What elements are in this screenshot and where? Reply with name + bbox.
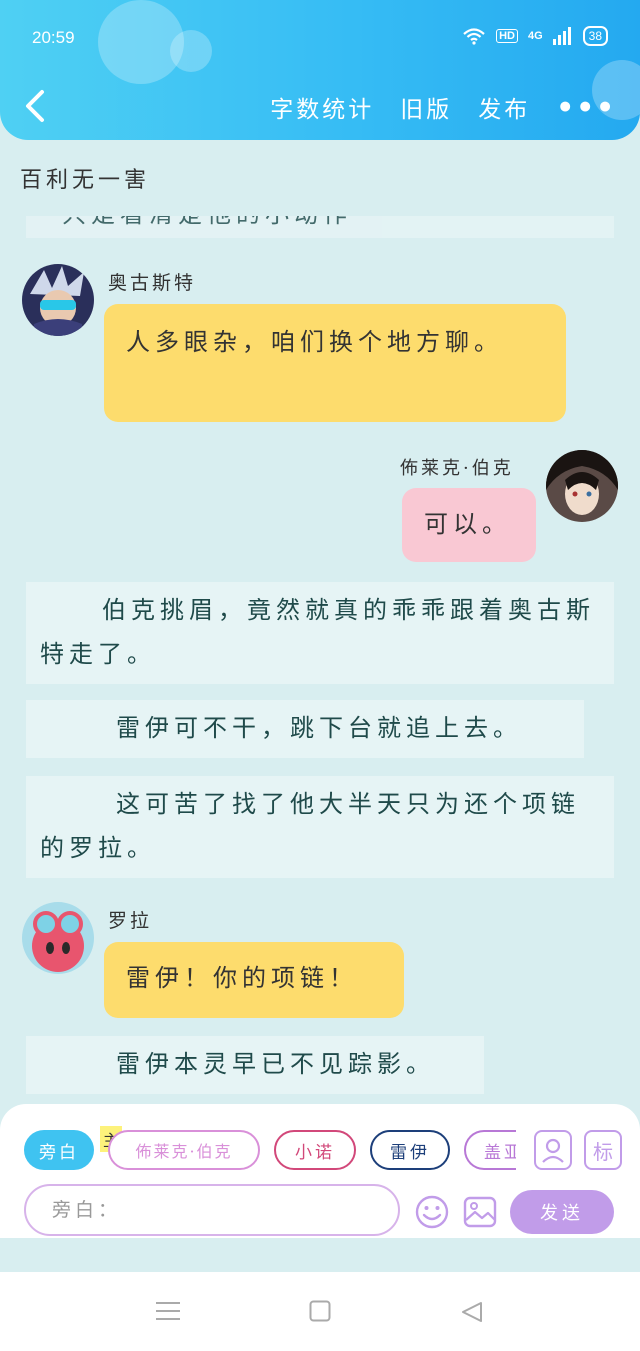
- narration-text: 雷伊本灵早已不见踪影。: [116, 1050, 435, 1078]
- tag-button[interactable]: 标: [584, 1130, 622, 1170]
- narration-block[interactable]: 这可苦了找了他大半天只为还个项链的罗拉。: [26, 776, 614, 878]
- speaker-name: 罗拉: [108, 910, 153, 932]
- battery-indicator: 38: [582, 26, 608, 46]
- system-nav-bar: [0, 1272, 640, 1351]
- send-label: 发送: [540, 1203, 584, 1224]
- speaker-name: 奥古斯特: [108, 272, 197, 294]
- tag-label: 标: [593, 1139, 613, 1164]
- narration-text: 伯克挑眉，竟然就真的乖乖跟着奥古斯特走了。: [40, 596, 595, 668]
- square-home-icon: [309, 1300, 331, 1322]
- message-bubble[interactable]: 雷伊！你的项链！: [104, 942, 404, 1018]
- chip-label: 佈莱克·伯克: [135, 1142, 233, 1161]
- menu-button[interactable]: [156, 1300, 180, 1326]
- triangle-back-icon: [462, 1302, 482, 1322]
- smiley-icon: [415, 1195, 449, 1229]
- status-time: 20:59: [32, 28, 75, 47]
- network-label: 4G: [527, 30, 543, 42]
- menu-lines-icon: [156, 1302, 180, 1320]
- chip-label: 盖亚: [484, 1142, 516, 1163]
- document-title: 百利无一害: [20, 168, 151, 193]
- signal-icon: [552, 27, 571, 45]
- emoji-button[interactable]: [414, 1194, 450, 1230]
- wifi-icon: [463, 28, 485, 45]
- narration-clipped[interactable]: 只是看清楚他的小动作: [26, 216, 614, 238]
- avatar-august[interactable]: [22, 264, 94, 336]
- narration-text: 雷伊可不干，跳下台就追上去。: [116, 714, 522, 742]
- status-icons: HD 4G 38: [462, 26, 608, 46]
- avatar-lola[interactable]: [22, 902, 94, 974]
- avatar-lola-image: [22, 902, 94, 974]
- chevron-left-icon: [26, 90, 44, 122]
- chip-xiaonuo[interactable]: 小诺: [274, 1130, 356, 1170]
- more-button[interactable]: •••: [556, 91, 616, 124]
- image-icon: [463, 1196, 497, 1228]
- hd-badge: HD: [496, 29, 518, 43]
- app-header: 20:59 HD 4G 38 字数统计 旧版 发布 •••: [0, 0, 640, 140]
- speaker-name: 佈莱克·伯克: [400, 458, 514, 479]
- message-bubble[interactable]: 可以。: [402, 488, 536, 562]
- chip-rey[interactable]: 雷伊: [370, 1130, 450, 1170]
- back-button[interactable]: [20, 88, 52, 124]
- chip-gaia[interactable]: 盖亚: [464, 1130, 516, 1170]
- old-version-button[interactable]: 旧版: [400, 90, 452, 124]
- contacts-button[interactable]: [534, 1130, 572, 1170]
- narration-block[interactable]: 雷伊可不干，跳下台就追上去。: [26, 700, 584, 758]
- word-count-button[interactable]: 字数统计: [270, 90, 374, 124]
- chip-label: 小诺: [295, 1142, 335, 1163]
- contact-card-icon: [542, 1138, 564, 1163]
- avatar-black-burke-image: [546, 450, 618, 522]
- chip-black-burke[interactable]: 佈莱克·伯克: [108, 1130, 260, 1170]
- avatar-august-image: [22, 264, 94, 336]
- story-feed[interactable]: 只是看清楚他的小动作 奥古斯特 人多眼杂，咱们换个地方聊。 佈莱克·伯克 可以。…: [0, 216, 640, 1104]
- chip-label: 旁白: [39, 1142, 79, 1163]
- message-text: 人多眼杂，咱们换个地方聊。: [126, 328, 503, 356]
- narration-text: 这可苦了找了他大半天只为还个项链的罗拉。: [40, 790, 580, 862]
- chip-narrator[interactable]: 旁白: [24, 1130, 94, 1170]
- status-bar: 20:59 HD 4G 38: [0, 0, 640, 70]
- composer-panel: 旁白 主 佈莱克·伯克 小诺 雷伊 盖亚 标: [0, 1104, 640, 1238]
- narration-text: 只是看清楚他的小动作: [62, 216, 352, 228]
- avatar-black-burke[interactable]: [546, 450, 618, 522]
- nav-bar: 字数统计 旧版 发布 •••: [0, 70, 640, 140]
- image-button[interactable]: [462, 1194, 498, 1230]
- message-bubble[interactable]: 人多眼杂，咱们换个地方聊。: [104, 304, 566, 422]
- message-text: 雷伊！你的项链！: [126, 964, 358, 992]
- home-button[interactable]: [309, 1300, 331, 1326]
- send-button[interactable]: 发送: [510, 1190, 614, 1234]
- nav-actions: 字数统计 旧版 发布 •••: [270, 90, 616, 124]
- system-back-button[interactable]: [460, 1300, 484, 1328]
- chip-label: 雷伊: [390, 1142, 430, 1163]
- narration-block[interactable]: 伯克挑眉，竟然就真的乖乖跟着奥古斯特走了。: [26, 582, 614, 684]
- message-input[interactable]: [24, 1184, 400, 1236]
- publish-button[interactable]: 发布: [478, 90, 530, 124]
- narration-block[interactable]: 雷伊本灵早已不见踪影。: [26, 1036, 484, 1094]
- message-text: 可以。: [424, 510, 511, 538]
